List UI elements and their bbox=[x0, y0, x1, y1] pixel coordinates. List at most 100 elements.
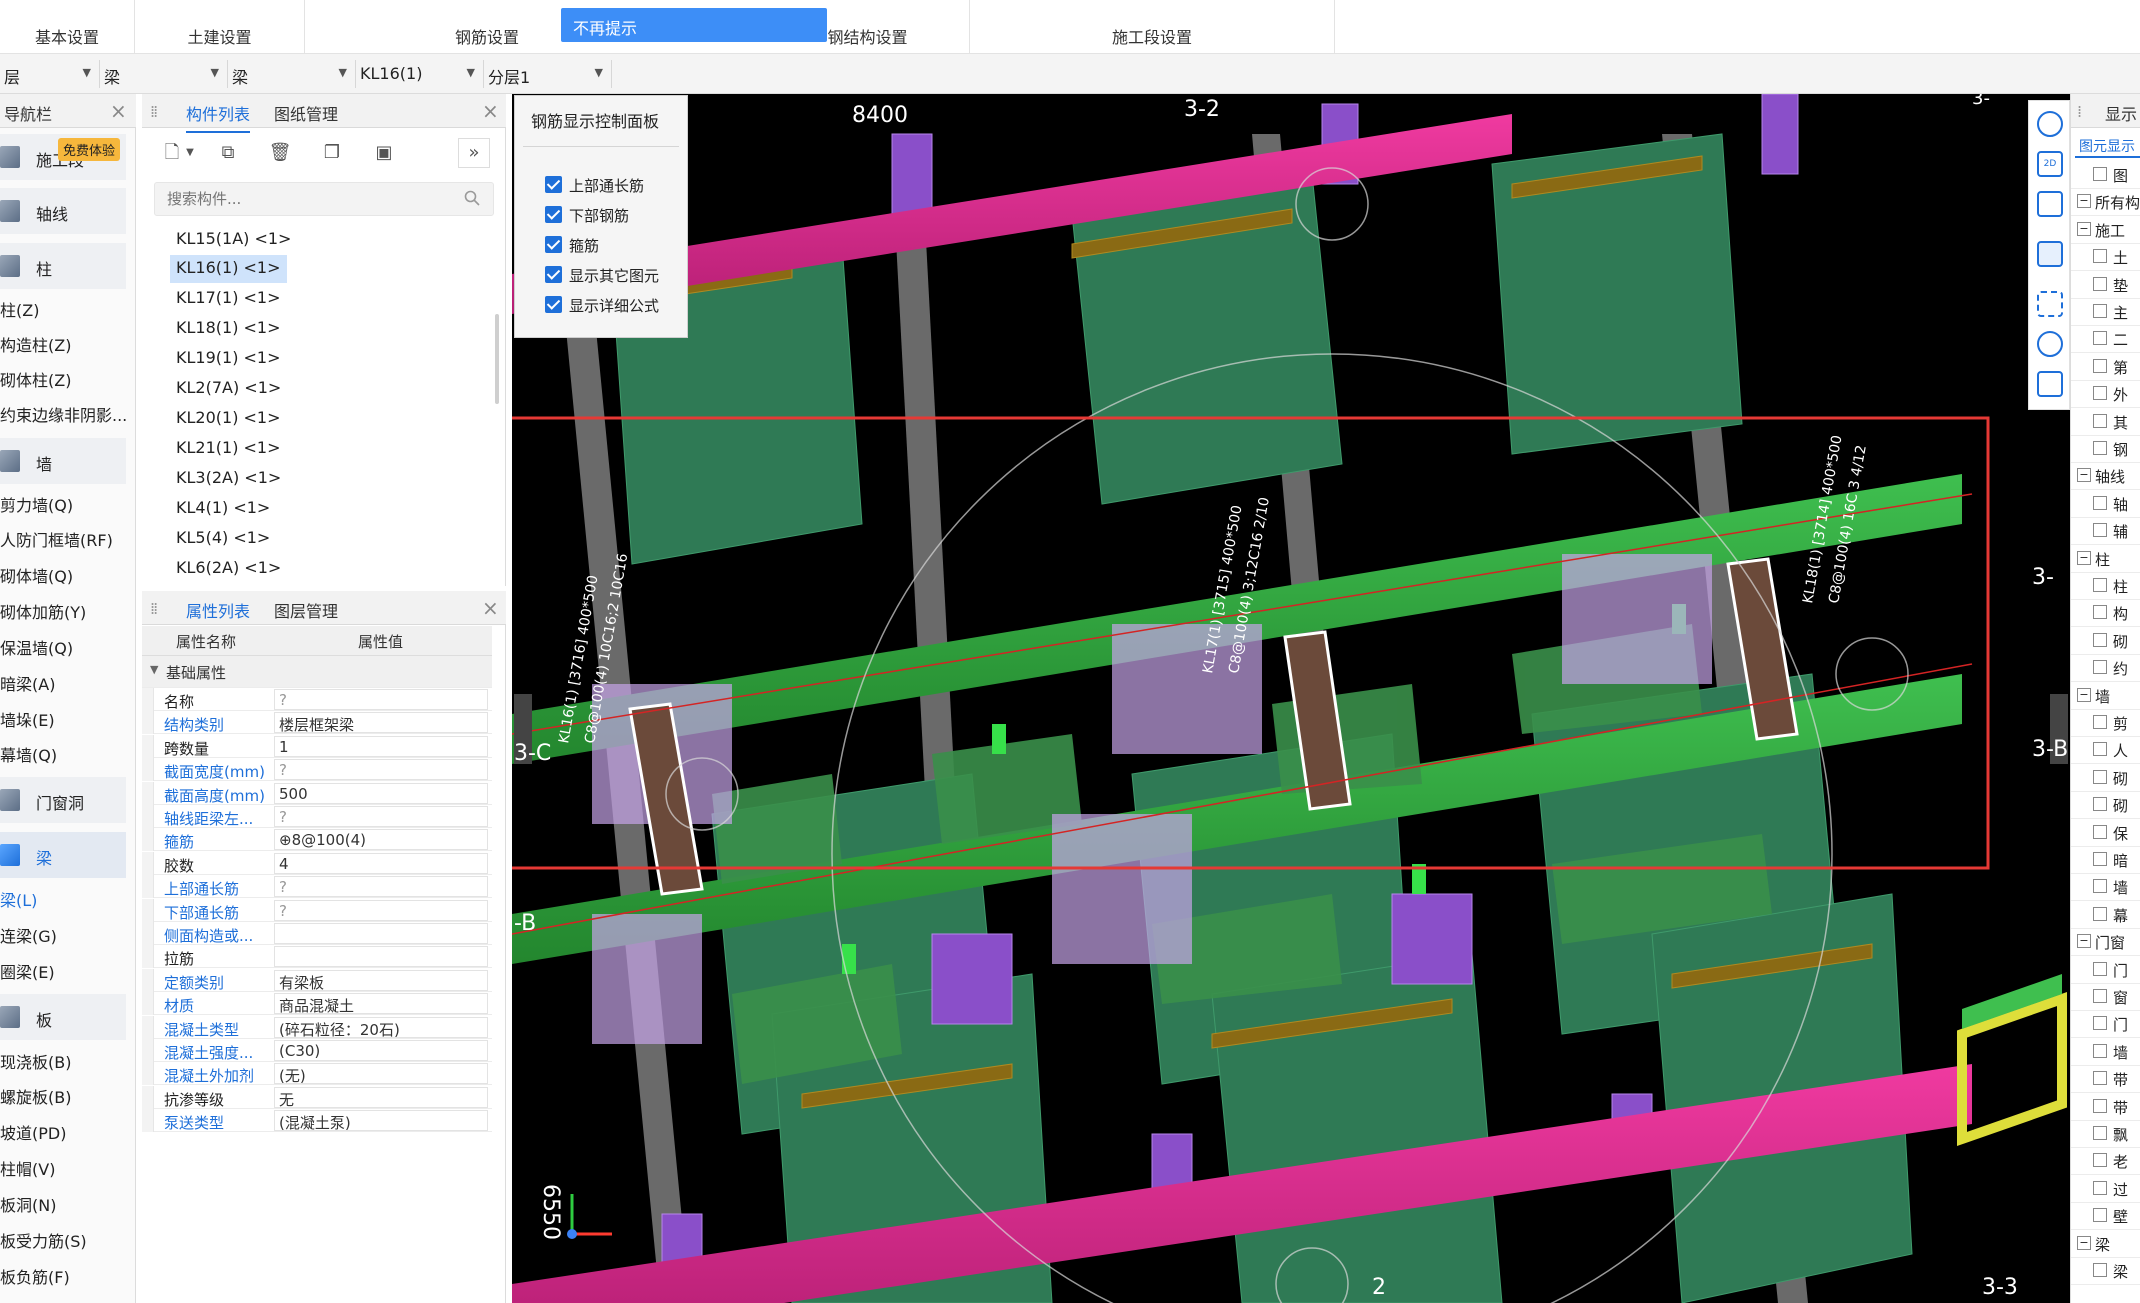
delete-icon[interactable]: 🗑 bbox=[264, 138, 296, 168]
checkbox-icon[interactable] bbox=[2093, 660, 2107, 675]
nav-item[interactable]: 墙垛(E) bbox=[0, 707, 55, 731]
property-row[interactable]: 混凝土类型 (碎石粒径：20石) bbox=[142, 1015, 492, 1039]
close-icon[interactable]: × bbox=[110, 99, 127, 123]
checkbox-checked-icon[interactable] bbox=[545, 236, 562, 253]
nav-category-beam[interactable]: 梁 bbox=[0, 832, 126, 878]
checkbox-checked-icon[interactable] bbox=[545, 266, 562, 283]
list-item[interactable]: KL4(1) <1> bbox=[170, 495, 276, 523]
rotate-view-icon[interactable] bbox=[2037, 111, 2063, 137]
collapse-icon[interactable]: − bbox=[2077, 194, 2091, 209]
floor-select[interactable]: 层 ▼ bbox=[0, 60, 100, 88]
property-value[interactable]: (无) bbox=[274, 1063, 488, 1085]
property-value[interactable]: (混凝土泵) bbox=[274, 1110, 488, 1132]
ribbon-group-stage[interactable]: 施工段设置 bbox=[970, 0, 1335, 54]
list-item[interactable]: KL2(7A) <1> bbox=[170, 375, 287, 403]
property-row[interactable]: 混凝土强度... (C30) bbox=[142, 1039, 492, 1062]
3d-viewport[interactable]: 8400 6550 3-2 3-C 3-B -B 3-3 2 3- 3- KL1… bbox=[512, 94, 2070, 1303]
property-value[interactable]: ? bbox=[274, 759, 488, 781]
list-item[interactable]: KL19(1) <1> bbox=[170, 345, 287, 373]
checkbox-icon[interactable] bbox=[2093, 769, 2107, 784]
display-tree-row[interactable]: 约 bbox=[2071, 655, 2140, 683]
checkbox-icon[interactable] bbox=[2093, 249, 2107, 264]
nav-item[interactable]: 砌体墙(Q) bbox=[0, 563, 73, 587]
checkbox-icon[interactable] bbox=[2093, 523, 2107, 538]
property-value[interactable]: ⊕8@100(4) bbox=[274, 829, 488, 851]
property-value[interactable]: ? bbox=[274, 689, 488, 710]
nav-item[interactable]: 构造柱(Z) bbox=[0, 332, 71, 356]
collapse-icon[interactable]: − bbox=[2077, 1235, 2091, 1250]
ribbon-group-basic[interactable]: 基本设置 bbox=[0, 0, 135, 54]
display-tree-row[interactable]: 其 bbox=[2071, 409, 2140, 436]
checkbox-icon[interactable] bbox=[2093, 605, 2107, 620]
display-tree-row[interactable]: 轴 bbox=[2071, 491, 2140, 518]
display-tree-row[interactable]: 土 bbox=[2071, 244, 2140, 272]
checkbox-icon[interactable] bbox=[2093, 1126, 2107, 1140]
scrollbar[interactable] bbox=[495, 314, 499, 404]
display-tree-row[interactable]: 老 bbox=[2071, 1148, 2140, 1176]
display-tree-row[interactable]: 人 bbox=[2071, 737, 2140, 765]
display-tree-row[interactable]: 壁 bbox=[2071, 1203, 2140, 1231]
checkbox-icon[interactable] bbox=[2093, 1263, 2107, 1277]
list-item[interactable]: KL17(1) <1> bbox=[170, 285, 287, 313]
nav-item[interactable]: 幕墙(Q) bbox=[0, 742, 57, 766]
display-tree-row[interactable]: − 柱 bbox=[2071, 546, 2140, 573]
nav-item[interactable]: 保温墙(Q) bbox=[0, 635, 73, 659]
search-input[interactable] bbox=[154, 182, 494, 216]
property-value[interactable]: (C30) bbox=[274, 1040, 488, 1061]
display-tree-row[interactable]: − 门窗 bbox=[2071, 929, 2140, 957]
drag-grip-icon[interactable]: ⁞ bbox=[2077, 102, 2082, 121]
nav-category-wall[interactable]: 墙 bbox=[0, 438, 126, 484]
checkbox-icon[interactable] bbox=[2093, 824, 2107, 839]
tab-component-list[interactable]: 构件列表 bbox=[186, 101, 251, 133]
list-item-selected[interactable]: KL16(1) <1> bbox=[170, 255, 287, 283]
display-tree-row[interactable]: 柱 bbox=[2071, 573, 2140, 600]
ribbon-group-steel[interactable]: 钢结构设置 bbox=[805, 0, 970, 54]
property-value[interactable] bbox=[274, 923, 488, 944]
nav-category-column[interactable]: 柱 bbox=[0, 243, 126, 289]
nav-item[interactable]: 砌体柱(Z) bbox=[0, 367, 71, 391]
collapse-icon[interactable]: − bbox=[2077, 687, 2091, 702]
collapse-icon[interactable]: − bbox=[2077, 468, 2091, 483]
property-row[interactable]: 上部通长筋? bbox=[142, 875, 492, 899]
checkbox-checked-icon[interactable] bbox=[545, 206, 562, 223]
property-row[interactable]: 轴线距梁左...? bbox=[142, 805, 492, 828]
display-tree-row[interactable]: 剪 bbox=[2071, 710, 2140, 737]
3d-scene[interactable]: 8400 6550 3-2 3-C 3-B -B 3-3 2 3- 3- KL1… bbox=[512, 94, 2070, 1303]
property-value[interactable] bbox=[274, 946, 488, 968]
display-tree-row[interactable]: 砌 bbox=[2071, 792, 2140, 820]
2d-view-icon[interactable]: 2D bbox=[2037, 151, 2063, 177]
nav-item[interactable]: 螺旋板(B) bbox=[0, 1084, 71, 1108]
display-tree-row[interactable]: 幕 bbox=[2071, 902, 2140, 929]
property-row[interactable]: 拉筋 bbox=[142, 945, 492, 969]
property-value[interactable]: 无 bbox=[274, 1086, 488, 1109]
nav-category-opening[interactable]: 门窗洞 bbox=[0, 777, 126, 823]
display-tree-row[interactable]: 外 bbox=[2071, 381, 2140, 409]
checkbox-icon[interactable] bbox=[2093, 495, 2107, 510]
tab-layer-management[interactable]: 图层管理 bbox=[274, 598, 338, 622]
subtype-select[interactable]: 梁 ▼ bbox=[228, 60, 356, 88]
checkbox-icon[interactable] bbox=[2093, 441, 2107, 455]
property-row[interactable]: 跨数量 1 bbox=[142, 734, 492, 758]
property-value[interactable]: 商品混凝土 bbox=[274, 993, 488, 1015]
checkbox-icon[interactable] bbox=[2093, 906, 2107, 921]
copy-icon[interactable]: ⧉ bbox=[212, 138, 244, 168]
display-tree-row[interactable]: 带 bbox=[2071, 1094, 2140, 1121]
display-tree-row[interactable]: − 墙 bbox=[2071, 683, 2140, 710]
checkbox-icon[interactable] bbox=[2093, 879, 2107, 894]
display-tree-row[interactable]: 图 bbox=[2071, 162, 2140, 189]
list-item[interactable]: KL20(1) <1> bbox=[170, 405, 287, 433]
nav-item[interactable]: 板负筋(F) bbox=[0, 1264, 70, 1288]
checkbox-icon[interactable] bbox=[2093, 1016, 2107, 1031]
property-row[interactable]: 胶数 4 bbox=[142, 851, 492, 875]
property-value[interactable]: 有梁板 bbox=[274, 969, 488, 992]
property-row[interactable]: 混凝土外加剂 (无) bbox=[142, 1062, 492, 1086]
display-tree-row[interactable]: 钢 bbox=[2071, 436, 2140, 463]
list-item[interactable]: KL15(1A) <1> bbox=[170, 226, 297, 254]
checkbox-icon[interactable] bbox=[2093, 797, 2107, 812]
display-tree-row[interactable]: 墙 bbox=[2071, 874, 2140, 902]
close-icon[interactable]: × bbox=[482, 99, 499, 123]
checkbox-icon[interactable] bbox=[2093, 358, 2107, 373]
checkbox-icon[interactable] bbox=[2093, 742, 2107, 757]
checkbox-checked-icon[interactable] bbox=[545, 296, 562, 313]
checkbox-icon[interactable] bbox=[2093, 852, 2107, 866]
